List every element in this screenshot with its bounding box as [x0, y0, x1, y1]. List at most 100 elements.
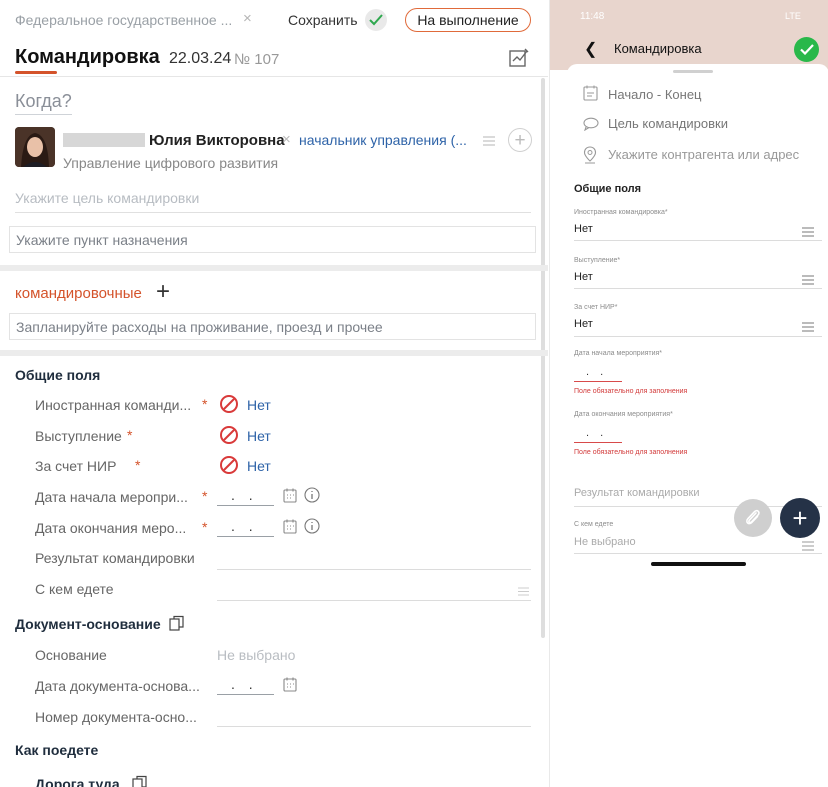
foreign-trip-value[interactable]: Нет [247, 397, 271, 413]
document-date: 22.03.24 [169, 50, 232, 67]
road-there-title: Дорога туда [35, 776, 120, 787]
top-bar: Федеральное государственное ... × Сохран… [0, 0, 548, 40]
event-end-error: Поле обязательно для заполнения [574, 449, 688, 456]
with-whom-label: С кем едете [35, 581, 114, 597]
title-underline [15, 71, 57, 74]
calendar-icon[interactable] [283, 677, 297, 697]
doc-date-input[interactable]: . . [217, 676, 274, 695]
event-start-date-input[interactable]: . . [574, 366, 622, 382]
when-field[interactable]: Когда? [15, 91, 72, 115]
common-fields-title: Общие поля [15, 367, 101, 383]
info-icon[interactable] [304, 487, 320, 508]
person-department: Управление цифрового развития [63, 155, 279, 171]
event-end-date-input[interactable]: . . [574, 427, 622, 443]
event-end-label: Дата окончания меро... [35, 520, 187, 536]
add-expense-icon[interactable]: + [156, 280, 170, 304]
basis-document-title: Документ-основание [15, 616, 161, 632]
person-menu-icon[interactable] [482, 134, 496, 152]
divider [574, 288, 822, 289]
nir-value[interactable]: Нет [247, 458, 271, 474]
basis-value[interactable]: Не выбрано [217, 647, 295, 663]
location-icon [583, 146, 597, 169]
mobile-panel: 11:48 LTE ❮ Командировка Начало - Конец … [549, 0, 828, 787]
menu-icon[interactable] [802, 319, 814, 337]
divider [574, 336, 822, 337]
confirm-button[interactable] [794, 37, 819, 62]
nir-value[interactable]: Нет [574, 318, 593, 330]
add-button[interactable]: + [780, 498, 820, 538]
nir-label: За счет НИР [35, 458, 117, 474]
save-check-icon[interactable] [365, 9, 387, 31]
doc-number-label: Номер документа-осно... [35, 709, 197, 725]
desktop-panel: Федеральное государственное ... × Сохран… [0, 0, 548, 787]
speech-label: Выступление* [574, 257, 621, 264]
doc-number-input[interactable] [217, 726, 531, 727]
trip-result-input[interactable] [217, 569, 531, 570]
goal-field[interactable]: Цель командировки [608, 116, 728, 131]
basis-label: Основание [35, 647, 107, 663]
nav-title: Командировка [614, 41, 702, 56]
calendar-icon[interactable] [283, 488, 297, 508]
copy-icon[interactable] [168, 615, 186, 638]
common-fields-title: Общие поля [574, 183, 642, 195]
copy-icon[interactable] [131, 775, 149, 787]
add-person-button[interactable]: + [508, 128, 532, 152]
person-remove-icon[interactable]: × [282, 131, 291, 148]
event-start-label: Дата начала меропри... [35, 489, 188, 505]
person-name[interactable]: Юлия Викторовна [149, 132, 285, 149]
document-sign-icon[interactable] [508, 47, 530, 74]
required-mark: * [202, 488, 208, 504]
no-icon[interactable] [219, 394, 239, 419]
with-whom-label: С кем едете [574, 521, 614, 528]
divider [574, 553, 822, 554]
required-mark: * [135, 457, 141, 473]
speech-label: Выступление [35, 428, 122, 444]
save-button[interactable]: Сохранить [288, 12, 358, 28]
scrollbar[interactable] [541, 78, 545, 638]
event-start-date-input[interactable]: . . [217, 487, 274, 506]
period-field[interactable]: Начало - Конец [608, 87, 702, 102]
with-whom-value[interactable]: Не выбрано [574, 536, 636, 548]
header-divider [0, 76, 548, 77]
event-end-date-input[interactable]: . . [217, 518, 274, 537]
calendar-icon [583, 85, 598, 106]
no-icon[interactable] [219, 455, 239, 480]
page-title: Командировка [15, 46, 160, 68]
contractor-field[interactable]: Укажите контрагента или адрес [608, 147, 799, 162]
form-sheet [567, 64, 828, 787]
organization-field[interactable]: Федеральное государственное ... [15, 12, 232, 28]
no-icon[interactable] [219, 425, 239, 450]
avatar [15, 127, 55, 167]
person-position[interactable]: начальник управления (... [299, 132, 467, 148]
expenses-input[interactable]: Запланируйте расходы на проживание, прое… [9, 313, 536, 340]
trip-result-label: Результат командировки [35, 550, 195, 566]
required-mark: * [127, 427, 133, 443]
foreign-trip-value[interactable]: Нет [574, 223, 593, 235]
document-number: № 107 [234, 51, 280, 68]
surname-redacted [63, 133, 145, 147]
info-icon[interactable] [304, 518, 320, 539]
divider [574, 240, 822, 241]
section-separator [0, 350, 548, 356]
speech-value[interactable]: Нет [247, 428, 271, 444]
attach-button[interactable] [734, 499, 772, 537]
speech-value[interactable]: Нет [574, 271, 593, 283]
trip-result-input[interactable]: Результат командировки [574, 487, 700, 499]
home-indicator [651, 562, 746, 566]
destination-input[interactable]: Укажите пункт назначения [9, 226, 536, 253]
comment-icon [583, 117, 599, 136]
status-time: 11:48 [580, 11, 605, 22]
nir-label: За счет НИР* [574, 304, 618, 311]
trip-expenses-label[interactable]: командировочные [15, 285, 142, 302]
organization-clear-icon[interactable]: × [243, 10, 252, 27]
send-to-execution-button[interactable]: На выполнение [405, 8, 531, 32]
calendar-icon[interactable] [283, 519, 297, 539]
with-whom-input[interactable] [217, 600, 531, 601]
foreign-trip-label: Иностранная командировка* [574, 209, 668, 216]
foreign-trip-label: Иностранная команди... [35, 397, 192, 413]
status-bar: 11:48 LTE [550, 0, 828, 30]
back-icon[interactable]: ❮ [584, 39, 597, 59]
goal-input[interactable]: Укажите цель командировки [15, 190, 531, 213]
required-mark: * [202, 396, 208, 412]
sheet-grabber[interactable] [673, 70, 713, 73]
